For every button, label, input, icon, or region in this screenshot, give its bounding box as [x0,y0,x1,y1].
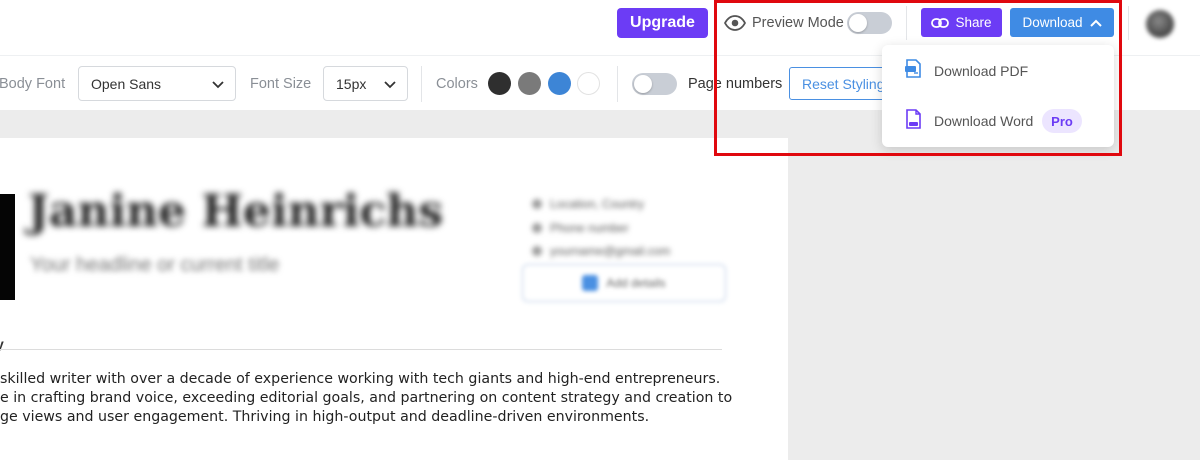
toggle-knob [849,14,867,32]
pro-badge: Pro [1042,109,1082,133]
location-icon [532,199,542,209]
chevron-up-icon [1089,19,1102,27]
toggle-knob [634,75,652,93]
download-word-item[interactable]: Download Word Pro [882,98,1114,144]
color-swatch-gray[interactable] [518,72,541,95]
summary-line: ge views and user engagement. Thriving i… [0,409,650,425]
avatar[interactable] [1146,10,1174,38]
top-bar: Upgrade Preview Mode Share Download [0,0,1200,46]
add-details-button[interactable]: Add details [522,264,726,302]
divider [1128,6,1129,40]
download-button[interactable]: Download [1010,8,1114,37]
plus-icon [582,275,599,291]
chevron-down-icon [212,81,224,89]
colors-label: Colors [436,76,478,92]
color-swatch-white[interactable] [577,72,600,95]
resume-headline[interactable]: Your headline or current title [30,254,279,277]
download-word-label: Download Word [934,113,1034,129]
photo-placeholder [0,194,15,300]
phone-icon [532,223,542,233]
share-button[interactable]: Share [921,8,1002,37]
divider [617,66,618,102]
contact-phone[interactable]: Phone number [532,221,629,235]
page-numbers-toggle[interactable] [632,73,677,95]
resume-summary[interactable]: skilled writer with over a decade of exp… [0,370,732,427]
reset-styling-button[interactable]: Reset Styling [789,67,889,100]
font-size-value: 15px [336,75,367,92]
page-numbers-label: Page numbers [688,76,783,92]
download-menu: Download PDF Download Word Pro [882,45,1114,147]
color-swatch-blue[interactable] [548,72,571,95]
word-file-icon [904,108,922,134]
summary-line: e in crafting brand voice, exceeding edi… [0,390,733,406]
chevron-down-icon [384,81,396,89]
divider [906,6,907,40]
body-font-select[interactable]: Open Sans [78,66,236,101]
preview-mode[interactable]: Preview Mode [724,12,844,34]
color-swatch-dark[interactable] [488,72,511,95]
link-icon [931,17,950,28]
eye-icon [724,12,746,34]
email-icon [532,246,542,256]
download-label: Download [1022,15,1083,30]
font-size-select[interactable]: 15px [323,66,408,101]
body-font-value: Open Sans [91,75,162,92]
contact-location[interactable]: Location, Country [532,197,644,211]
summary-line: skilled writer with over a decade of exp… [0,371,721,387]
section-divider [0,349,722,350]
resume-name[interactable]: Janine Heinrichs [28,186,443,237]
download-pdf-label: Download PDF [934,63,1029,79]
body-font-label: Body Font [0,76,66,92]
contact-email[interactable]: yourname@gmail.com [532,244,670,258]
preview-mode-toggle[interactable] [847,12,892,34]
reset-styling-label: Reset Styling [802,75,885,92]
divider [421,66,422,102]
pdf-file-icon [904,58,922,84]
share-label: Share [955,15,992,30]
font-size-label: Font Size [250,76,312,92]
upgrade-button[interactable]: Upgrade [617,8,708,38]
preview-mode-label: Preview Mode [752,15,844,31]
download-pdf-item[interactable]: Download PDF [882,48,1114,94]
